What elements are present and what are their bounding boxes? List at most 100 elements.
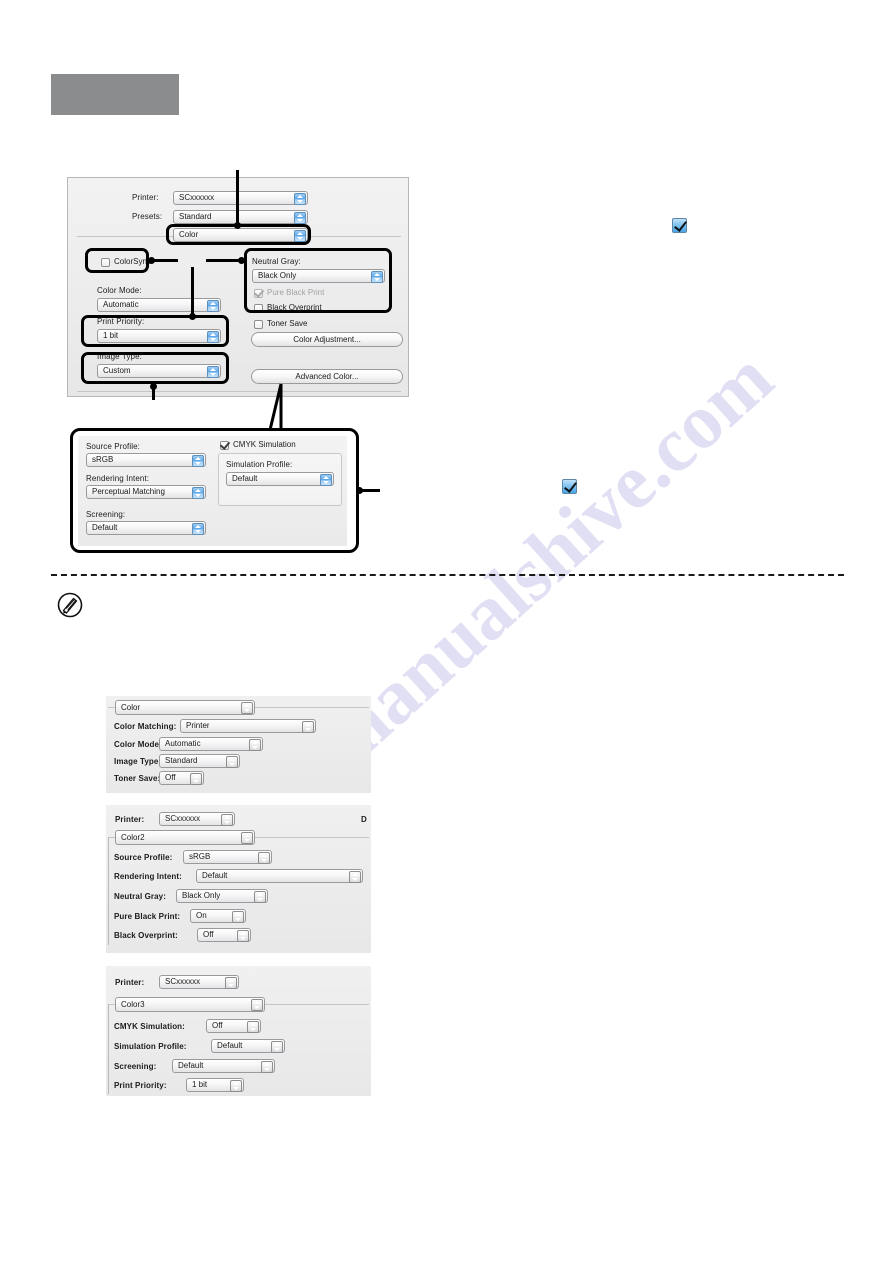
color2-row-popup-2[interactable]: Black Only [176,889,268,903]
neutral-gray-popup[interactable]: Black Only [252,269,385,283]
black-overprint-label: Black Overprint [267,303,322,312]
color3-row-label-3: Print Priority: [114,1081,167,1090]
chevron-updown-icon [232,911,244,923]
color-panel-row-popup-2[interactable]: Standard [159,754,240,768]
toner-save-label: Toner Save [267,319,308,328]
color3-row-value-0: Off [212,1021,223,1030]
color2-row-popup-0[interactable]: sRGB [183,850,272,864]
callout-line-pane [236,170,239,224]
color3-row-label-2: Screening: [114,1062,157,1071]
color3-row-value-3: 1 bit [192,1080,208,1089]
chevron-updown-icon [251,999,263,1011]
callout-dot-pane [234,222,241,229]
colorsync-label: ColorSync [114,257,151,266]
color-panel-row-popup-0[interactable]: Printer [180,719,316,733]
color3-printer-label: Printer: [115,978,145,987]
neutral-gray-label: Neutral Gray: [252,257,301,266]
chevron-updown-icon [271,1041,283,1053]
color2-trailing-text: D [361,815,367,824]
blue-checkmark-icon [672,218,687,233]
color3-row-popup-3[interactable]: 1 bit [186,1078,244,1092]
chevron-updown-icon [241,832,253,844]
color2-panel: Printer: SCxxxxxx D Color2 Source Profil… [106,805,371,953]
color3-row-popup-2[interactable]: Default [172,1059,275,1073]
color-mode-label: Color Mode: [97,286,142,295]
chevron-updown-icon [221,814,233,826]
chevron-updown-icon [320,474,332,486]
color3-printer-popup[interactable]: SCxxxxxx [159,975,239,989]
chevron-updown-icon [349,871,361,883]
color2-row-label-4: Black Overprint: [114,931,178,940]
toner-save-checkbox[interactable] [254,320,263,329]
color-adjustment-button[interactable]: Color Adjustment... [251,332,403,347]
source-profile-popup[interactable]: sRGB [86,453,206,467]
color3-row-popup-0[interactable]: Off [206,1019,261,1033]
color2-row-label-3: Pure Black Print: [114,912,181,921]
chevron-updown-icon [302,721,314,733]
color-panel-pane-popup[interactable]: Color [115,700,255,715]
callout-leader-advanced-color [268,383,283,431]
color-panel-pane-value: Color [121,703,141,712]
simulation-profile-popup[interactable]: Default [226,472,334,486]
print-priority-value: 1 bit [103,331,119,340]
screening-value: Default [92,523,118,532]
color2-pane-value: Color2 [121,833,145,842]
presets-popup[interactable]: Standard [173,210,308,224]
chevron-updown-icon [254,891,266,903]
chevron-updown-icon [261,1061,273,1073]
color2-printer-value: SCxxxxxx [165,814,201,823]
divider-bottom [77,391,401,392]
black-overprint-checkbox[interactable] [254,304,263,313]
color3-row-popup-1[interactable]: Default [211,1039,285,1053]
color3-pane-popup[interactable]: Color3 [115,997,265,1012]
image-type-value: Custom [103,366,131,375]
color3-row-label-1: Simulation Profile: [114,1042,187,1051]
color2-row-popup-3[interactable]: On [190,909,246,923]
color3-row-label-0: CMYK Simulation: [114,1022,185,1031]
color2-printer-popup[interactable]: SCxxxxxx [159,812,235,826]
color-panel-row-popup-1[interactable]: Automatic [159,737,263,751]
cmyk-simulation-checkbox[interactable] [220,441,229,450]
color2-row-value-3: On [196,911,207,920]
color2-printer-label: Printer: [115,815,145,824]
color-panel-row-popup-3[interactable]: Off [159,771,204,785]
pure-black-print-checkbox[interactable] [254,289,263,298]
chevron-updown-icon [207,300,219,312]
color3-left-edge [108,1004,109,1094]
callout-line-print-priority [191,267,194,315]
color2-row-label-1: Rendering Intent: [114,872,182,881]
printer-label: Printer: [132,193,159,202]
color2-row-popup-1[interactable]: Default [196,869,363,883]
color-mode-popup[interactable]: Automatic [97,298,221,312]
printer-popup[interactable]: SCxxxxxx [173,191,308,205]
color-panel-row-value-3: Off [165,773,176,782]
pane-popup[interactable]: Color [173,228,308,242]
simulation-profile-value: Default [232,474,258,483]
chevron-updown-icon [190,773,202,785]
source-profile-label: Source Profile: [86,442,140,451]
color-panel-row-label-2: Image Type: [114,757,162,766]
section-header-bar [51,74,179,115]
rendering-intent-value: Perceptual Matching [92,487,165,496]
color-panel-row-label-1: Color Mode: [114,740,162,749]
color2-row-value-4: Off [203,930,214,939]
color2-row-popup-4[interactable]: Off [197,928,251,942]
section-divider [51,574,844,576]
chevron-updown-icon [225,977,237,989]
printer-popup-value: SCxxxxxx [179,193,215,202]
rendering-intent-popup[interactable]: Perceptual Matching [86,485,206,499]
colorsync-checkbox[interactable] [101,258,110,267]
color-panel-row-value-2: Standard [165,756,198,765]
chevron-updown-icon [207,366,219,378]
chevron-updown-icon [294,193,306,205]
screening-popup[interactable]: Default [86,521,206,535]
color2-pane-popup[interactable]: Color2 [115,830,255,845]
color-panel-row-value-1: Automatic [165,739,201,748]
color-panel-row-label-3: Toner Save: [114,774,161,783]
chevron-updown-icon [192,523,204,535]
callout-line-colorsync [154,259,178,262]
image-type-popup[interactable]: Custom [97,364,221,378]
print-priority-popup[interactable]: 1 bit [97,329,221,343]
color2-row-label-2: Neutral Gray: [114,892,166,901]
chevron-updown-icon [294,212,306,224]
